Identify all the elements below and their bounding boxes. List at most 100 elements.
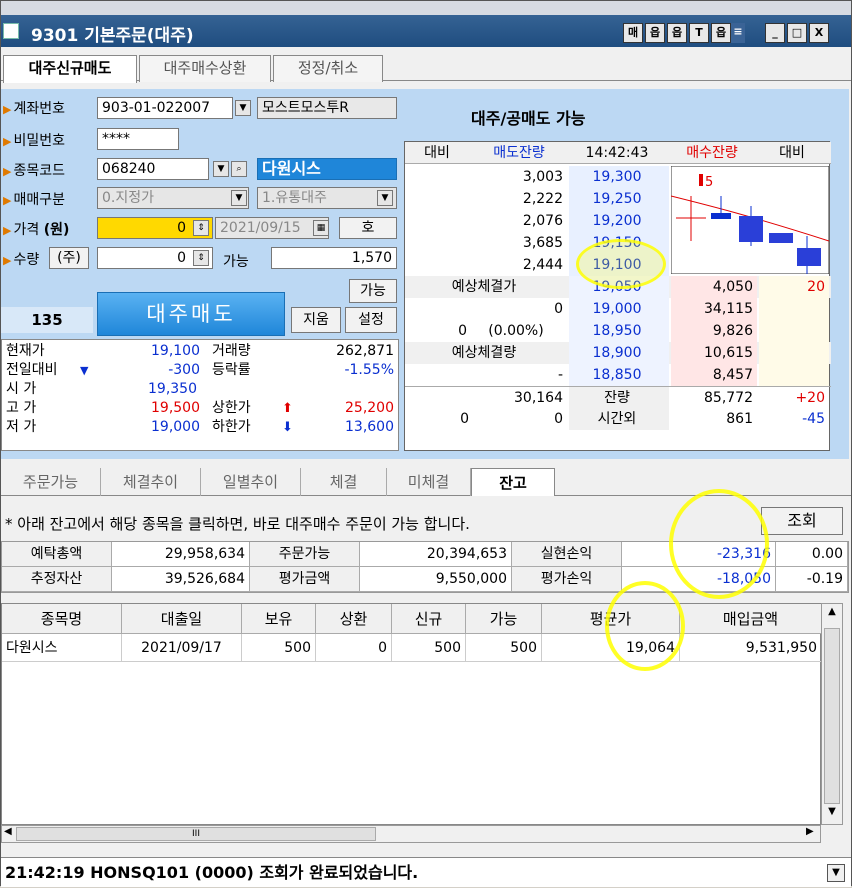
exp-qty-label: 예상체결량 — [451, 345, 517, 361]
password-input[interactable]: **** — [97, 128, 179, 150]
stock-code-input[interactable]: 068240 — [97, 158, 209, 180]
summary-deposit: 29,958,634 — [112, 542, 250, 567]
exp-qty-value: - — [557, 367, 563, 383]
exp-price-label: 예상체결가 — [451, 279, 517, 295]
menu-icon[interactable]: ≡ — [731, 23, 745, 43]
scroll-down-icon[interactable]: ▼ — [824, 806, 840, 822]
arrow-icon: ▶ — [3, 254, 12, 267]
table-row-buy-amount[interactable]: 9,531,950 — [680, 634, 822, 662]
summary-label-orderable: 주문가능 — [250, 542, 360, 567]
highlight-mark-2 — [669, 489, 769, 599]
toolbar-button-1[interactable]: 매 — [623, 23, 643, 43]
price-stepper-icon[interactable]: ⇕ — [193, 220, 209, 236]
bid-price[interactable]: 18,900 — [569, 342, 669, 364]
maximize-button[interactable]: □ — [787, 23, 807, 43]
notice-text: * 아래 잔고에서 해당 종목을 클릭하면, 바로 대주매수 주문이 가능 합니… — [5, 515, 470, 533]
tab-order-available[interactable]: 주문가능 — [1, 468, 101, 496]
window-title: 9301 기본주문(대주) — [31, 26, 194, 46]
upper-limit-value: 25,200 — [345, 400, 394, 416]
avail-button[interactable]: 가능 — [349, 279, 397, 303]
search-icon[interactable]: ⌕ — [231, 161, 247, 177]
bid-price[interactable]: 18,850 — [569, 364, 669, 386]
tab-unfilled[interactable]: 미체결 — [387, 468, 471, 496]
qty-stepper-icon[interactable]: ⇕ — [193, 250, 209, 266]
stock-type-select[interactable]: 1.유통대주 — [257, 187, 397, 209]
bid-price[interactable]: 19,000 — [569, 298, 669, 320]
order-window: 9301 기본주문(대주) 매 읍 읍 T 읍 ≡ _ □ X 대주신규매도 대… — [0, 0, 852, 887]
close-button[interactable]: X — [809, 23, 829, 43]
tab-fill-trend[interactable]: 체결추이 — [101, 468, 201, 496]
bid-total-diff: +20 — [795, 390, 825, 406]
change-rate-value: -1.55% — [344, 362, 394, 378]
toolbar-button-5[interactable]: 읍 — [711, 23, 731, 43]
ob-header-bid-qty: 매수잔량 — [686, 145, 738, 161]
tab-short-buy-repay[interactable]: 대주매수상환 — [139, 55, 271, 82]
after-bid: 861 — [726, 411, 753, 427]
vertical-scrollbar[interactable]: ▲ ▼ — [821, 603, 843, 825]
date-field[interactable]: 2021/09/15 — [215, 217, 329, 239]
qty-unit-button[interactable]: (주) — [49, 247, 89, 269]
calendar-icon[interactable]: ▦ — [313, 220, 329, 236]
clear-button[interactable]: 지움 — [291, 307, 341, 333]
summary-label-est-asset: 추정자산 — [2, 567, 112, 592]
bid-total: 85,772 — [704, 390, 753, 406]
col-repay: 상환 — [316, 604, 392, 634]
exp-price-value: 0 — [554, 301, 563, 317]
query-button[interactable]: 조회 — [761, 507, 843, 535]
short-sell-button[interactable]: 대주매도 — [97, 292, 285, 336]
scroll-right-icon[interactable]: ▶ — [806, 826, 814, 837]
trade-type-dropdown-icon[interactable]: ▼ — [231, 190, 247, 206]
table-row-repay[interactable]: 0 — [316, 634, 392, 662]
horizontal-scrollbar[interactable]: ◀ III ▶ — [1, 825, 821, 843]
table-row-stock-name[interactable]: 다원시스 — [2, 634, 122, 662]
minimize-button[interactable]: _ — [765, 23, 785, 43]
table-row-loan-date[interactable]: 2021/09/17 — [122, 634, 242, 662]
settings-button[interactable]: 설정 — [345, 307, 397, 333]
code-dropdown-icon[interactable]: ▼ — [213, 161, 229, 177]
account-input[interactable]: 903-01-022007 — [97, 97, 233, 119]
quote-info: 현재가 전일대비 시 가 고 가 저 가 ▼ 19,100 -300 19,35… — [1, 339, 399, 451]
title-bar: 9301 기본주문(대주) 매 읍 읍 T 읍 ≡ _ □ X — [1, 1, 851, 47]
scroll-left-icon[interactable]: ◀ — [4, 826, 12, 837]
window-icon — [3, 23, 19, 39]
exp-change: 0 — [458, 323, 467, 339]
summary-label-deposit: 예탁총액 — [2, 542, 112, 567]
h-scroll-thumb[interactable]: III — [16, 827, 376, 841]
tab-fills[interactable]: 체결 — [301, 468, 387, 496]
ask-price[interactable]: 19,200 — [569, 210, 669, 232]
bid-diff: 20 — [759, 276, 829, 298]
high-label: 고 가 — [6, 400, 37, 416]
tab-balance[interactable]: 잔고 — [471, 468, 555, 496]
toolbar-button-4[interactable]: T — [689, 23, 709, 43]
table-row-available[interactable]: 500 — [466, 634, 542, 662]
code-label-text: 종목코드 — [13, 163, 65, 179]
ask-price[interactable]: 19,250 — [569, 188, 669, 210]
toolbar-button-3[interactable]: 읍 — [667, 23, 687, 43]
ho-button[interactable]: 호 — [339, 217, 397, 239]
bid-price[interactable]: 18,950 — [569, 320, 669, 342]
col-new: 신규 — [392, 604, 466, 634]
exp-rate: (0.00%) — [488, 323, 544, 339]
after-diff: -45 — [802, 411, 825, 427]
tab-modify-cancel[interactable]: 정정/취소 — [273, 55, 383, 82]
tab-daily-trend[interactable]: 일별추이 — [201, 468, 301, 496]
qty-label: ▶ 수량 — [3, 249, 39, 269]
account-dropdown-icon[interactable]: ▼ — [235, 100, 251, 116]
table-row-holding[interactable]: 500 — [242, 634, 316, 662]
table-row-new[interactable]: 500 — [392, 634, 466, 662]
arrow-icon: ▶ — [3, 103, 12, 116]
status-dropdown-icon[interactable]: ▼ — [827, 864, 845, 882]
down-arrow-icon-2: ⬇ — [282, 420, 293, 435]
total-row: 30,164 잔량 85,772 +20 — [405, 386, 831, 409]
scroll-thumb[interactable] — [824, 628, 840, 804]
scroll-up-icon[interactable]: ▲ — [824, 606, 840, 622]
tab-short-sell-new[interactable]: 대주신규매도 — [3, 55, 137, 83]
stock-type-dropdown-icon[interactable]: ▼ — [377, 190, 393, 206]
trade-type-select[interactable]: 0.지정가 — [97, 187, 249, 209]
toolbar-button-2[interactable]: 읍 — [645, 23, 665, 43]
bid-diff — [759, 364, 829, 386]
current-price: 19,100 — [151, 343, 200, 359]
arrow-icon: ▶ — [3, 194, 12, 207]
ask-price[interactable]: 19,300 — [569, 166, 669, 188]
arrow-icon: ▶ — [3, 165, 12, 178]
